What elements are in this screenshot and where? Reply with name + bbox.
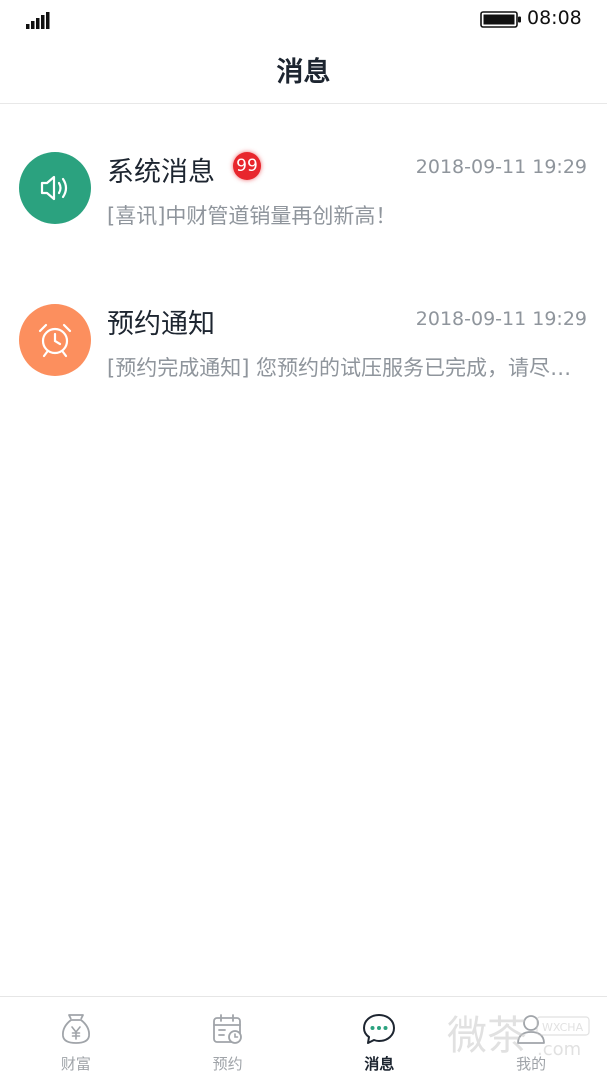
chat-bubble-icon <box>363 1014 396 1044</box>
speaker-icon <box>40 175 68 201</box>
message-time: 2018-09-11 19:29 <box>415 156 587 178</box>
tab-appointment[interactable]: 预约 <box>152 997 304 1080</box>
message-time: 2018-09-11 19:29 <box>415 308 587 330</box>
tab-wealth[interactable]: 财富 <box>0 997 152 1080</box>
page-title: 消息 <box>276 57 331 88</box>
tab-label: 我的 <box>516 1055 547 1073</box>
unread-badge: 99 <box>233 152 261 180</box>
user-icon <box>517 1015 546 1044</box>
calendar-clock-icon <box>212 1014 242 1044</box>
message-item-system[interactable]: 系统消息 99 2018-09-11 19:29 [喜讯]中财管道销量再创新高！ <box>0 128 607 248</box>
status-bar: 08:08 <box>0 0 607 40</box>
nav-bar: 消息 <box>0 40 607 104</box>
message-preview: [预约完成通知] 您预约的试压服务已完成，请尽快前往确认 <box>107 356 587 380</box>
system-message-avatar <box>19 152 91 224</box>
message-title: 预约通知 <box>107 309 215 340</box>
tab-bar: 财富 预约 消息 我的 <box>0 996 607 1080</box>
signal-icon <box>26 12 50 29</box>
alarm-clock-icon <box>38 323 72 358</box>
tab-mine[interactable]: 我的 <box>455 997 607 1080</box>
money-bag-icon <box>61 1014 90 1044</box>
message-item-appointment[interactable]: 预约通知 2018-09-11 19:29 [预约完成通知] 您预约的试压服务已… <box>0 280 607 400</box>
status-time: 08:08 <box>527 7 582 29</box>
appointment-message-avatar <box>19 304 91 376</box>
battery-icon <box>480 11 521 28</box>
message-preview: [喜讯]中财管道销量再创新高！ <box>107 204 397 228</box>
tab-label: 预约 <box>212 1055 243 1073</box>
tab-label: 消息 <box>364 1055 395 1073</box>
tab-messages[interactable]: 消息 <box>304 997 456 1080</box>
tab-label: 财富 <box>60 1055 91 1073</box>
message-title: 系统消息 <box>107 157 215 188</box>
